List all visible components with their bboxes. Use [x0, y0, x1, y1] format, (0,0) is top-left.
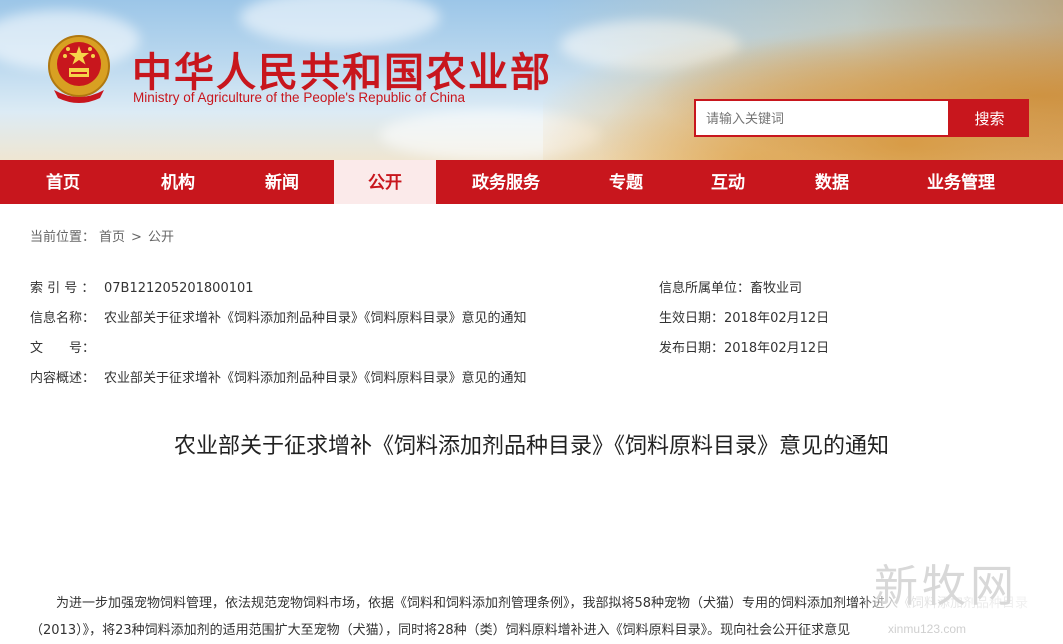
meta-effective-value: 2018年02月12日	[724, 311, 830, 326]
nav-item-institutions[interactable]: 机构	[126, 160, 230, 204]
article-title: 农业部关于征求增补《饲料添加剂品种目录》《饲料原料目录》意见的通知	[173, 434, 889, 459]
meta-doc-number: 文 号：	[30, 337, 104, 356]
meta-index-label: 索 引 号 ：	[30, 281, 95, 296]
national-emblem-icon	[44, 32, 114, 106]
site-watermark: 新牧网 xinmu123.com	[858, 540, 1058, 640]
meta-index: 索 引 号 ： 07B121205201800101	[30, 277, 254, 296]
meta-index-value: 07B121205201800101	[104, 281, 254, 296]
breadcrumb: 当前位置： 首页 > 公开	[30, 226, 178, 245]
nav-item-interaction[interactable]: 互动	[676, 160, 780, 204]
nav-item-news[interactable]: 新闻	[230, 160, 334, 204]
site-title-en: Ministry of Agriculture of the People's …	[133, 90, 465, 105]
meta-doc-label: 文 号：	[30, 341, 96, 356]
breadcrumb-current[interactable]: 公开	[148, 230, 174, 245]
site-header: 中华人民共和国农业部 Ministry of Agriculture of th…	[0, 0, 1063, 160]
meta-name-label: 信息名称：	[30, 311, 96, 326]
search-button[interactable]: 搜索	[950, 99, 1029, 137]
meta-name-value: 农业部关于征求增补《饲料添加剂品种目录》《饲料原料目录》意见的通知	[104, 311, 527, 326]
breadcrumb-home-link[interactable]: 首页	[99, 230, 125, 245]
meta-publish-value: 2018年02月12日	[724, 341, 830, 356]
search-input[interactable]	[694, 99, 950, 137]
nav-item-services[interactable]: 政务服务	[436, 160, 576, 204]
nav-item-business[interactable]: 业务管理	[884, 160, 1038, 204]
nav-item-data[interactable]: 数据	[780, 160, 884, 204]
meta-effective-label: 生效日期：	[659, 311, 725, 326]
nav-item-home[interactable]: 首页	[0, 160, 126, 204]
meta-publish-date: 发布日期：2018年02月12日	[659, 337, 829, 356]
breadcrumb-separator: >	[131, 230, 142, 245]
meta-effective-date: 生效日期：2018年02月12日	[659, 307, 829, 326]
meta-publish-label: 发布日期：	[659, 341, 725, 356]
meta-summary-label: 内容概述：	[30, 371, 96, 386]
meta-unit-value: 畜牧业司	[750, 281, 803, 296]
nav-item-topics[interactable]: 专题	[576, 160, 676, 204]
meta-summary: 内容概述： 农业部关于征求增补《饲料添加剂品种目录》《饲料原料目录》意见的通知	[30, 367, 527, 386]
watermark-subtext: xinmu123.com	[888, 622, 967, 636]
breadcrumb-prefix: 当前位置：	[30, 230, 96, 245]
main-nav: 首页 机构 新闻 公开 政务服务 专题 互动 数据 业务管理	[0, 160, 1063, 204]
meta-name: 信息名称： 农业部关于征求增补《饲料添加剂品种目录》《饲料原料目录》意见的通知	[30, 307, 527, 326]
meta-unit-label: 信息所属单位：	[659, 281, 751, 296]
meta-unit: 信息所属单位：畜牧业司	[659, 277, 802, 296]
watermark-text: 新牧网	[874, 561, 1018, 612]
cloud-decoration	[240, 0, 440, 45]
nav-item-public[interactable]: 公开	[334, 160, 436, 204]
meta-summary-value: 农业部关于征求增补《饲料添加剂品种目录》《饲料原料目录》意见的通知	[104, 371, 527, 386]
